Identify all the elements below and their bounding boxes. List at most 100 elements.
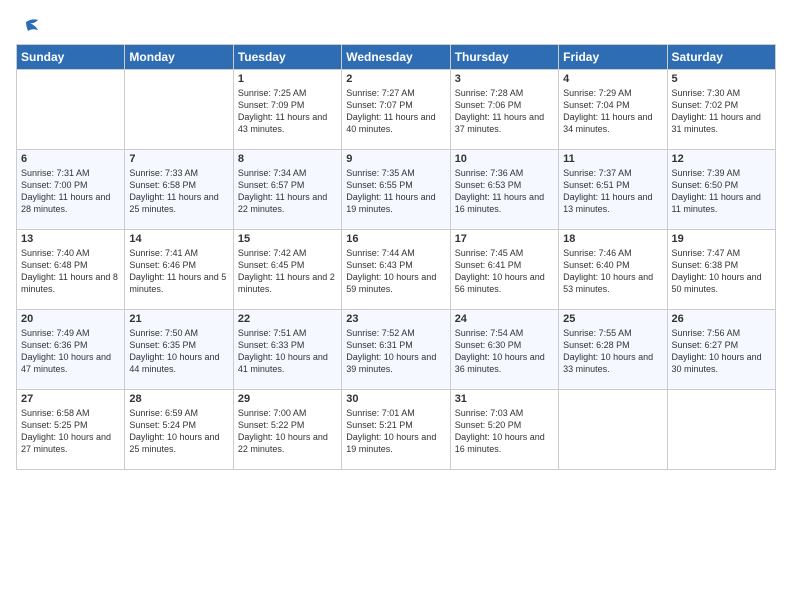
calendar-cell: 27Sunrise: 6:58 AMSunset: 5:25 PMDayligh… xyxy=(17,390,125,470)
day-number: 5 xyxy=(672,73,771,85)
day-number: 28 xyxy=(129,393,228,405)
day-info: Sunrise: 7:37 AMSunset: 6:51 PMDaylight:… xyxy=(563,167,662,216)
day-info: Sunrise: 7:41 AMSunset: 6:46 PMDaylight:… xyxy=(129,247,228,296)
calendar-table: SundayMondayTuesdayWednesdayThursdayFrid… xyxy=(16,44,776,470)
week-row-2: 6Sunrise: 7:31 AMSunset: 7:00 PMDaylight… xyxy=(17,150,776,230)
day-info: Sunrise: 7:50 AMSunset: 6:35 PMDaylight:… xyxy=(129,327,228,376)
calendar-cell: 31Sunrise: 7:03 AMSunset: 5:20 PMDayligh… xyxy=(450,390,558,470)
day-number: 12 xyxy=(672,153,771,165)
calendar-cell: 8 Sunrise: 7:34 AMSunset: 6:57 PMDaylight… xyxy=(233,150,341,230)
day-number: 2 xyxy=(346,73,445,85)
day-header-tuesday: Tuesday xyxy=(233,45,341,70)
page: SundayMondayTuesdayWednesdayThursdayFrid… xyxy=(0,0,792,480)
calendar-cell: 22 Sunrise: 7:51 AMSunset: 6:33 PMDayligh… xyxy=(233,310,341,390)
day-info: Sunrise: 7:00 AMSunset: 5:22 PMDaylight:… xyxy=(238,407,337,456)
day-info: Sunrise: 6:58 AMSunset: 5:25 PMDaylight:… xyxy=(21,407,120,456)
calendar-cell: 16 Sunrise: 7:44 AMSunset: 6:43 PMDayligh… xyxy=(342,230,450,310)
calendar-cell xyxy=(125,70,233,150)
day-number: 16 xyxy=(346,233,445,245)
day-number: 20 xyxy=(21,313,120,325)
day-header-wednesday: Wednesday xyxy=(342,45,450,70)
day-number: 1 xyxy=(238,73,337,85)
day-info: Sunrise: 7:29 AMSunset: 7:04 PMDaylight:… xyxy=(563,87,662,136)
day-info: Sunrise: 7:45 AMSunset: 6:41 PMDaylight:… xyxy=(455,247,554,296)
header xyxy=(16,16,776,34)
week-row-4: 20Sunrise: 7:49 AMSunset: 6:36 PMDayligh… xyxy=(17,310,776,390)
day-number: 25 xyxy=(563,313,662,325)
day-number: 3 xyxy=(455,73,554,85)
calendar-cell xyxy=(667,390,775,470)
day-number: 8 xyxy=(238,153,337,165)
calendar-cell: 2 Sunrise: 7:27 AMSunset: 7:07 PMDaylight… xyxy=(342,70,450,150)
calendar-cell: 19 Sunrise: 7:47 AMSunset: 6:38 PMDayligh… xyxy=(667,230,775,310)
calendar-cell xyxy=(559,390,667,470)
day-info: Sunrise: 7:28 AMSunset: 7:06 PMDaylight:… xyxy=(455,87,554,136)
calendar-cell: 13 Sunrise: 7:40 AMSunset: 6:48 PMDayligh… xyxy=(17,230,125,310)
calendar-cell: 18 Sunrise: 7:46 AMSunset: 6:40 PMDayligh… xyxy=(559,230,667,310)
calendar-cell: 3 Sunrise: 7:28 AMSunset: 7:06 PMDaylight… xyxy=(450,70,558,150)
calendar-cell: 1 Sunrise: 7:25 AMSunset: 7:09 PMDaylight… xyxy=(233,70,341,150)
calendar-cell: 30Sunrise: 7:01 AMSunset: 5:21 PMDayligh… xyxy=(342,390,450,470)
calendar-cell: 10 Sunrise: 7:36 AMSunset: 6:53 PMDayligh… xyxy=(450,150,558,230)
day-info: Sunrise: 7:34 AMSunset: 6:57 PMDaylight:… xyxy=(238,167,337,216)
day-number: 26 xyxy=(672,313,771,325)
calendar-cell: 4 Sunrise: 7:29 AMSunset: 7:04 PMDaylight… xyxy=(559,70,667,150)
day-info: Sunrise: 6:59 AMSunset: 5:24 PMDaylight:… xyxy=(129,407,228,456)
day-info: Sunrise: 7:30 AMSunset: 7:02 PMDaylight:… xyxy=(672,87,771,136)
day-number: 15 xyxy=(238,233,337,245)
day-info: Sunrise: 7:33 AMSunset: 6:58 PMDaylight:… xyxy=(129,167,228,216)
day-info: Sunrise: 7:39 AMSunset: 6:50 PMDaylight:… xyxy=(672,167,771,216)
calendar-cell: 12 Sunrise: 7:39 AMSunset: 6:50 PMDayligh… xyxy=(667,150,775,230)
day-number: 18 xyxy=(563,233,662,245)
calendar-cell: 25 Sunrise: 7:55 AMSunset: 6:28 PMDayligh… xyxy=(559,310,667,390)
day-number: 13 xyxy=(21,233,120,245)
day-number: 22 xyxy=(238,313,337,325)
day-number: 11 xyxy=(563,153,662,165)
day-info: Sunrise: 7:25 AMSunset: 7:09 PMDaylight:… xyxy=(238,87,337,136)
day-number: 10 xyxy=(455,153,554,165)
calendar-cell: 5 Sunrise: 7:30 AMSunset: 7:02 PMDaylight… xyxy=(667,70,775,150)
day-number: 14 xyxy=(129,233,228,245)
day-info: Sunrise: 7:36 AMSunset: 6:53 PMDaylight:… xyxy=(455,167,554,216)
calendar-cell: 17 Sunrise: 7:45 AMSunset: 6:41 PMDayligh… xyxy=(450,230,558,310)
calendar-cell: 29 Sunrise: 7:00 AMSunset: 5:22 PMDayligh… xyxy=(233,390,341,470)
day-info: Sunrise: 7:51 AMSunset: 6:33 PMDaylight:… xyxy=(238,327,337,376)
day-number: 21 xyxy=(129,313,228,325)
calendar-cell xyxy=(17,70,125,150)
day-info: Sunrise: 7:35 AMSunset: 6:55 PMDaylight:… xyxy=(346,167,445,216)
day-info: Sunrise: 7:47 AMSunset: 6:38 PMDaylight:… xyxy=(672,247,771,296)
day-info: Sunrise: 7:42 AMSunset: 6:45 PMDaylight:… xyxy=(238,247,337,296)
day-info: Sunrise: 7:44 AMSunset: 6:43 PMDaylight:… xyxy=(346,247,445,296)
day-header-saturday: Saturday xyxy=(667,45,775,70)
calendar-cell: 24Sunrise: 7:54 AMSunset: 6:30 PMDayligh… xyxy=(450,310,558,390)
calendar-cell: 7 Sunrise: 7:33 AMSunset: 6:58 PMDaylight… xyxy=(125,150,233,230)
day-number: 4 xyxy=(563,73,662,85)
logo xyxy=(16,16,40,34)
calendar-cell: 9 Sunrise: 7:35 AMSunset: 6:55 PMDaylight… xyxy=(342,150,450,230)
calendar-cell: 21 Sunrise: 7:50 AMSunset: 6:35 PMDayligh… xyxy=(125,310,233,390)
day-number: 19 xyxy=(672,233,771,245)
week-row-3: 13 Sunrise: 7:40 AMSunset: 6:48 PMDayligh… xyxy=(17,230,776,310)
calendar-cell: 20Sunrise: 7:49 AMSunset: 6:36 PMDayligh… xyxy=(17,310,125,390)
header-row: SundayMondayTuesdayWednesdayThursdayFrid… xyxy=(17,45,776,70)
day-header-thursday: Thursday xyxy=(450,45,558,70)
logo-bird-icon xyxy=(18,16,40,38)
day-info: Sunrise: 7:55 AMSunset: 6:28 PMDaylight:… xyxy=(563,327,662,376)
day-header-monday: Monday xyxy=(125,45,233,70)
day-header-friday: Friday xyxy=(559,45,667,70)
calendar-cell: 23Sunrise: 7:52 AMSunset: 6:31 PMDayligh… xyxy=(342,310,450,390)
day-number: 29 xyxy=(238,393,337,405)
day-number: 7 xyxy=(129,153,228,165)
day-number: 9 xyxy=(346,153,445,165)
calendar-cell: 6Sunrise: 7:31 AMSunset: 7:00 PMDaylight… xyxy=(17,150,125,230)
day-number: 31 xyxy=(455,393,554,405)
day-info: Sunrise: 7:40 AMSunset: 6:48 PMDaylight:… xyxy=(21,247,120,296)
day-info: Sunrise: 7:46 AMSunset: 6:40 PMDaylight:… xyxy=(563,247,662,296)
day-number: 17 xyxy=(455,233,554,245)
day-number: 6 xyxy=(21,153,120,165)
day-info: Sunrise: 7:56 AMSunset: 6:27 PMDaylight:… xyxy=(672,327,771,376)
week-row-1: 1 Sunrise: 7:25 AMSunset: 7:09 PMDaylight… xyxy=(17,70,776,150)
calendar-cell: 26 Sunrise: 7:56 AMSunset: 6:27 PMDayligh… xyxy=(667,310,775,390)
day-number: 24 xyxy=(455,313,554,325)
day-info: Sunrise: 7:27 AMSunset: 7:07 PMDaylight:… xyxy=(346,87,445,136)
